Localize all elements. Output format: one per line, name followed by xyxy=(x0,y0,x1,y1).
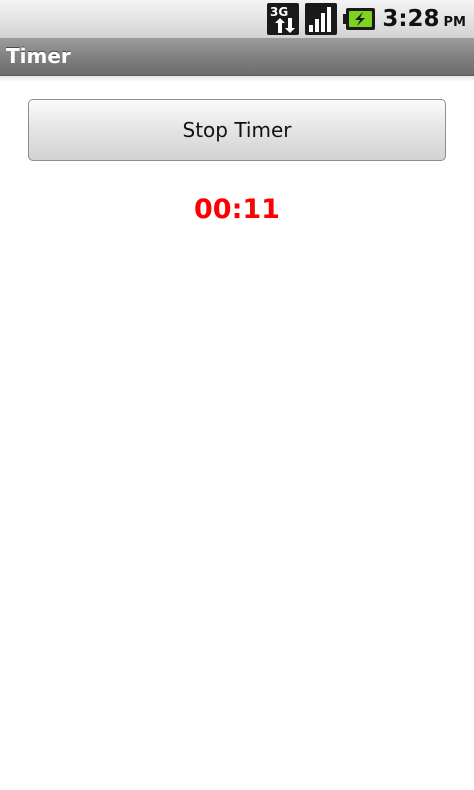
clock: 3:28 PM xyxy=(382,6,466,32)
signal-strength-icon xyxy=(305,3,338,35)
3g-data-icon: 3G xyxy=(267,3,300,35)
network-type-label: 3G xyxy=(270,5,288,19)
timer-display: 00:11 xyxy=(194,194,280,225)
title-bar-shadow xyxy=(0,76,474,82)
stop-timer-button[interactable]: Stop Timer xyxy=(28,99,446,161)
status-icons: 3G 3:28 PM xyxy=(267,0,466,38)
app-title: Timer xyxy=(6,44,71,68)
battery-charging-icon xyxy=(343,7,376,31)
clock-ampm: PM xyxy=(443,15,466,30)
title-bar: Timer xyxy=(0,38,474,76)
status-bar: 3G 3:28 PM xyxy=(0,0,474,38)
clock-time: 3:28 xyxy=(382,6,440,32)
